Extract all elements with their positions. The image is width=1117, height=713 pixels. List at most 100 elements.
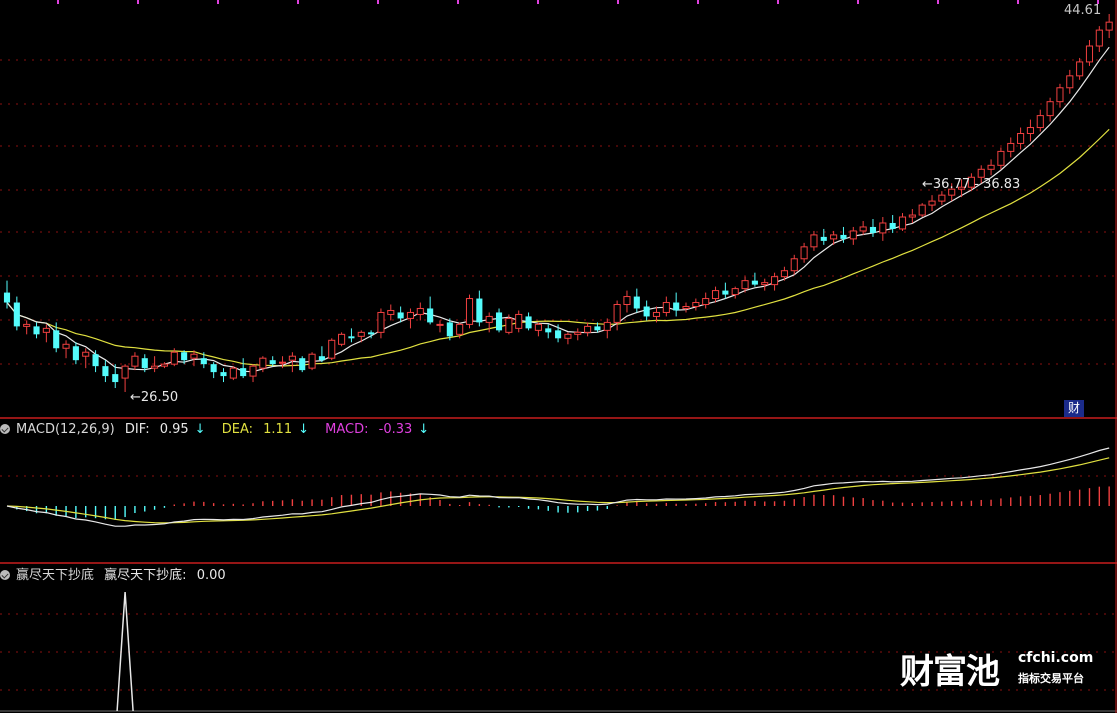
price-low-value: 26.50 — [140, 390, 179, 405]
candle-body-down — [269, 360, 276, 365]
candle-body-up — [830, 234, 838, 240]
candle-body-down — [368, 332, 375, 335]
candle-body-down — [643, 306, 650, 317]
candle-body-up — [623, 296, 631, 306]
candle-body-down — [299, 358, 306, 371]
chart-canvas[interactable] — [0, 0, 1117, 713]
candle-body-down — [751, 280, 758, 285]
candle-body-up — [898, 216, 907, 230]
candle-body-down — [72, 346, 79, 361]
candle-body-down — [397, 312, 404, 319]
dea-line — [6, 457, 1110, 524]
candle-body-down — [102, 366, 109, 377]
candle-body-up — [731, 288, 739, 296]
signal-spike — [116, 591, 134, 712]
indicator-toggle-icon[interactable] — [0, 570, 10, 580]
candle-body-up — [652, 311, 661, 317]
candle-body-down — [92, 354, 99, 367]
price-range-value: 36.77 - 36.83 — [932, 177, 1021, 192]
candle-body-up — [662, 302, 670, 313]
candle-body-up — [711, 290, 720, 300]
candle-body-up — [288, 355, 296, 361]
candle-body-up — [987, 164, 995, 170]
candle-body-up — [800, 246, 808, 260]
macd-value-label: MACD: -0.33 ↓ — [325, 422, 430, 437]
candle-body-up — [574, 331, 582, 335]
brand-domain: cfchi.com — [1018, 650, 1094, 666]
candle-body-up — [62, 343, 70, 349]
candle-body-up — [1076, 61, 1084, 77]
candle-body-up — [534, 323, 542, 331]
signal-header: 赢尽天下抄底 赢尽天下抄底: 0.00 — [0, 567, 238, 585]
candle-body-up — [1017, 133, 1025, 144]
candle-body-down — [53, 330, 60, 349]
candle-body-up — [229, 367, 237, 379]
chart-root: 44.61 ←26.50 ←36.77 - 36.83 财 MACD(12,26… — [0, 0, 1117, 713]
candle-body-up — [82, 351, 90, 357]
candle-body-up — [771, 276, 779, 286]
finance-badge[interactable]: 财 — [1064, 400, 1084, 417]
candle-body-down — [476, 298, 483, 323]
ma-short-line — [6, 46, 1110, 373]
candle-body-up — [603, 321, 611, 331]
candle-body-up — [584, 325, 592, 333]
candle-body-up — [328, 339, 336, 359]
candle-body-up — [416, 307, 424, 315]
candle-body-down — [633, 296, 640, 309]
candle-body-up — [790, 258, 798, 272]
dea-label: DEA: 1.11 ↓ — [221, 422, 309, 437]
candle-body-down — [240, 368, 247, 377]
dif-label: DIF: 0.95 ↓ — [124, 422, 206, 437]
candle-body-down — [545, 328, 552, 333]
candle-body-up — [849, 230, 857, 240]
candle-body-down — [869, 226, 877, 233]
candle-body-up — [23, 323, 31, 327]
candle-body-up — [436, 323, 444, 326]
candle-body-down — [722, 290, 729, 295]
candle-body-up — [505, 317, 513, 333]
candle-body-down — [33, 326, 40, 335]
candle-body-up — [741, 280, 749, 290]
candle-body-down — [141, 358, 148, 369]
price-range-label: ←36.77 - 36.83 — [922, 177, 1021, 192]
candle-body-up — [1095, 29, 1103, 47]
candle-body-down — [427, 308, 434, 323]
candle-body-up — [859, 226, 867, 232]
candle-body-down — [673, 302, 680, 311]
candle-body-up — [682, 305, 690, 309]
candle-body-up — [121, 365, 129, 379]
candle-body-up — [485, 315, 493, 323]
candle-body-up — [151, 365, 159, 369]
candle-body-down — [200, 358, 207, 365]
candle-body-up — [908, 214, 916, 218]
candle-body-down — [220, 372, 227, 377]
candle-body-up — [564, 333, 572, 339]
candle-body-up — [387, 309, 395, 315]
candle-body-up — [259, 357, 267, 369]
candle-body-up — [810, 234, 818, 248]
candle-body-down — [446, 322, 453, 337]
candle-body-up — [515, 313, 523, 329]
candle-body-up — [613, 304, 621, 323]
candle-body-up — [1085, 45, 1094, 63]
signal-value-label: 赢尽天下抄底: 0.00 — [104, 568, 226, 583]
candle-body-up — [918, 204, 926, 216]
candle-body-down — [594, 326, 601, 331]
candle-body-down — [181, 352, 188, 361]
macd-name: MACD(12,26,9) — [16, 422, 115, 437]
brand-logo-text: 财富池 — [900, 652, 1000, 692]
price-low-label: ←26.50 — [130, 390, 179, 405]
candle-body-up — [1056, 87, 1064, 103]
candle-body-up — [1105, 21, 1113, 31]
candle-body-up — [278, 361, 287, 364]
candle-body-down — [13, 302, 20, 327]
candle-body-up — [1036, 115, 1044, 129]
candle-body-up — [357, 331, 365, 337]
candle-body-up — [1066, 75, 1074, 89]
candle-body-up — [249, 365, 257, 377]
candle-body-up — [692, 302, 700, 307]
candle-body-up — [456, 323, 464, 335]
candle-body-up — [377, 311, 385, 333]
indicator-toggle-icon[interactable] — [0, 424, 10, 434]
candle-body-up — [1046, 101, 1054, 117]
